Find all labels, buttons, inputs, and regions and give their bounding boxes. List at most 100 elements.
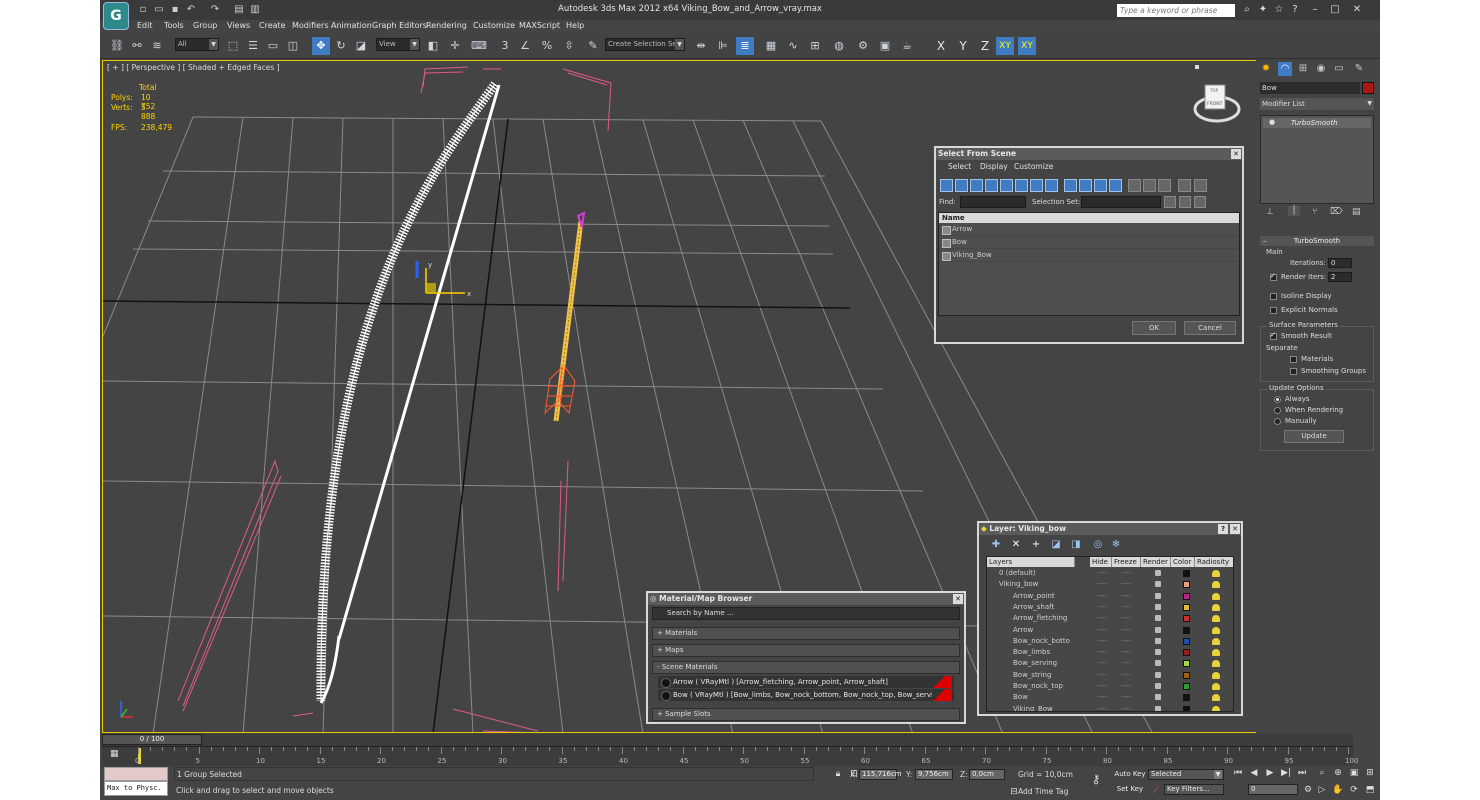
track-bar[interactable]: ▦ 0 5 10 15 20 25 30 35 40 45 50 55 60 65 70 75 80 85 90 95… (102, 746, 1358, 766)
layer-row[interactable]: Arrow_shaft ---- ---- (987, 602, 1233, 613)
x-coord-field[interactable]: 115,716cm (859, 769, 902, 780)
layer-color-swatch[interactable] (1183, 603, 1190, 611)
layer-name[interactable]: Arrow (1013, 625, 1033, 636)
layer-name[interactable]: Bow (1013, 692, 1028, 703)
layer-row[interactable]: Arrow_point ---- ---- (987, 591, 1233, 602)
bind-space-warp-icon[interactable]: ≋ (148, 37, 166, 55)
layer-color-swatch[interactable] (1183, 705, 1190, 711)
keyword-search-input[interactable]: Type a keyword or phrase (1117, 4, 1235, 17)
mini-curve-editor-icon[interactable]: ▦ (110, 749, 119, 759)
key-mode-dropdown[interactable]: Selected ▼ (1148, 769, 1224, 780)
new-file-icon[interactable]: ▫ (136, 3, 150, 17)
modifier-stack-item[interactable]: TurboSmooth (1263, 118, 1371, 128)
modify-tab-icon[interactable]: ◠ (1278, 62, 1292, 76)
layer-hide-toggle[interactable]: ---- (1097, 625, 1107, 636)
selection-set-dropdown[interactable] (1081, 196, 1161, 208)
edit-named-selection-icon[interactable]: ✎ (584, 37, 602, 55)
scene-material-bow[interactable]: Bow ( VRayMtl ) [Bow_limbs, Bow_nock_bot… (658, 689, 954, 701)
hierarchy-tab-icon[interactable]: ⊞ (1296, 62, 1310, 76)
layer-color-swatch[interactable] (1183, 660, 1190, 668)
radiosity-column-header[interactable]: Radiosity (1195, 557, 1233, 567)
layer-color-swatch[interactable] (1183, 649, 1190, 657)
layer-name[interactable]: Arrow_point (1013, 591, 1055, 602)
layer-row[interactable]: Bow ---- ---- (987, 692, 1233, 703)
when-rendering-radio[interactable] (1274, 407, 1281, 414)
render-teapot-icon[interactable] (1155, 592, 1161, 599)
display-bones-icon[interactable] (1064, 179, 1077, 192)
spinner-snap-icon[interactable]: ⇳ (560, 37, 578, 55)
selection-filter-dropdown[interactable]: All ▼ (175, 38, 219, 51)
pivot-center-icon[interactable]: ◧ (424, 37, 442, 55)
rectangular-selection-icon[interactable]: ▭ (264, 37, 282, 55)
key-filters-button[interactable]: Key Filters... (1164, 784, 1224, 795)
material-editor-icon[interactable]: ◍ (830, 37, 848, 55)
axis-y-button[interactable]: Y (954, 37, 972, 55)
radiosity-bulb-icon[interactable] (1212, 570, 1220, 577)
current-frame-field[interactable]: 0 (1248, 784, 1298, 795)
time-configuration-icon[interactable]: ⚙ (1302, 784, 1314, 796)
layer-color-swatch[interactable] (1183, 570, 1190, 577)
always-radio[interactable] (1274, 396, 1281, 403)
layer-row[interactable]: Bow_string ---- ---- (987, 670, 1233, 681)
snaps-toggle-icon[interactable]: 3 (496, 37, 514, 55)
y-coord-field[interactable]: 9,756cm (915, 769, 953, 780)
layer-color-swatch[interactable] (1183, 683, 1190, 690)
name-column-header[interactable]: Name (939, 213, 1239, 223)
materials-section[interactable]: + Materials (652, 627, 960, 640)
layer-name[interactable]: Viking_Bow (1013, 704, 1053, 711)
radiosity-bulb-icon[interactable] (1212, 705, 1220, 711)
display-frozen-icon[interactable] (1094, 179, 1107, 192)
materials-checkbox[interactable] (1290, 356, 1297, 363)
ok-button[interactable]: OK (1132, 321, 1176, 335)
menu-edit[interactable]: Edit (137, 21, 153, 30)
layer-hide-toggle[interactable]: ---- (1097, 591, 1107, 602)
layer-freeze-toggle[interactable]: ---- (1121, 658, 1131, 669)
radiosity-bulb-icon[interactable] (1212, 637, 1220, 645)
render-teapot-icon[interactable] (1155, 626, 1161, 633)
object-color-swatch[interactable] (1362, 82, 1374, 94)
render-teapot-icon[interactable] (1155, 649, 1161, 656)
layer-freeze-toggle[interactable]: ---- (1121, 625, 1131, 636)
select-in-layer-icon[interactable]: ◪ (1049, 539, 1063, 551)
layer-row[interactable]: Bow_nock_botto ---- ---- (987, 636, 1233, 647)
display-groups-icon[interactable] (1030, 179, 1043, 192)
layer-color-swatch[interactable] (1183, 615, 1190, 623)
layer-hide-toggle[interactable]: ---- (1097, 681, 1107, 692)
z-coord-field[interactable]: 0,0cm (969, 769, 1005, 780)
layer-color-swatch[interactable] (1183, 671, 1190, 679)
turbosmooth-rollout-header[interactable]: TurboSmooth – (1260, 236, 1374, 246)
display-shapes-icon[interactable] (955, 179, 968, 192)
select-and-scale-icon[interactable]: ◪ (352, 37, 370, 55)
layer-freeze-toggle[interactable]: ---- (1121, 613, 1131, 624)
layer-color-swatch[interactable] (1183, 581, 1190, 589)
display-xrefs-icon[interactable] (1045, 179, 1058, 192)
render-teapot-icon[interactable] (1155, 637, 1161, 644)
axis-z-button[interactable]: Z (976, 37, 994, 55)
sfs-menu-display[interactable]: Display (980, 162, 1008, 171)
fetch-icon[interactable]: ▥ (248, 3, 262, 17)
isoline-display-checkbox[interactable] (1270, 293, 1277, 300)
layer-row[interactable]: Viking_bow ---- ---- (987, 579, 1233, 590)
render-teapot-icon[interactable] (1155, 570, 1161, 576)
layer-hide-toggle[interactable]: ---- (1097, 613, 1107, 624)
display-tab-icon[interactable]: ▭ (1332, 62, 1346, 76)
iterations-spinner[interactable]: 0 (1328, 258, 1352, 268)
freeze-column-header[interactable]: Freeze (1112, 557, 1141, 567)
layer-row[interactable]: Viking_Bow ---- ---- (987, 704, 1233, 711)
pan-view-icon[interactable]: ✋ (1332, 784, 1344, 796)
layer-freeze-toggle[interactable]: ---- (1121, 704, 1131, 711)
remove-modifier-icon[interactable]: ⌦ (1330, 207, 1343, 217)
maxscript-listener-input[interactable]: Max to Physc. (104, 781, 168, 796)
window-crossing-icon[interactable]: ◫ (284, 37, 302, 55)
layer-color-swatch[interactable] (1183, 592, 1190, 600)
render-teapot-icon[interactable] (1155, 683, 1161, 689)
named-selection-set-dropdown[interactable]: Create Selection Se ▼ (605, 38, 685, 51)
zoom-all-icon[interactable]: ⊕ (1332, 767, 1344, 779)
redo-icon[interactable]: ↷ (208, 3, 222, 17)
mirror-icon[interactable]: ⇹ (692, 37, 710, 55)
configure-modifier-sets-icon[interactable]: ▤ (1352, 207, 1361, 217)
perspective-viewport[interactable]: x y TOP FRONT [ + ] [ Perspective ] [ Sh… (102, 60, 1353, 733)
layer-freeze-toggle[interactable]: ---- (1121, 602, 1131, 613)
layer-freeze-toggle[interactable]: ---- (1121, 591, 1131, 602)
layer-row[interactable]: Arrow_fletching ---- ---- (987, 613, 1233, 624)
